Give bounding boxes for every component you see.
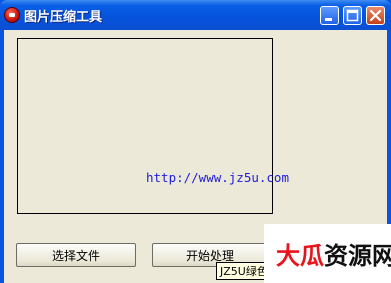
- minimize-button[interactable]: [320, 6, 339, 25]
- maximize-icon: [346, 9, 359, 22]
- banner-text-black: 资源网: [324, 242, 391, 270]
- title-bar[interactable]: 图片压缩工具: [0, 0, 391, 30]
- select-file-button[interactable]: 选择文件: [16, 243, 136, 267]
- image-preview-box: [17, 38, 273, 214]
- close-icon: [369, 9, 382, 22]
- close-button[interactable]: [366, 6, 385, 25]
- minimize-icon: [325, 18, 332, 21]
- window-title: 图片压缩工具: [24, 10, 103, 25]
- watermark-url: http://www.jz5u.com: [146, 170, 289, 185]
- maximize-button[interactable]: [343, 6, 362, 25]
- banner-text-red: 大瓜: [276, 242, 324, 270]
- watermark-banner-text: 大瓜资源网: [276, 236, 391, 271]
- app-red-icon[interactable]: [4, 7, 20, 23]
